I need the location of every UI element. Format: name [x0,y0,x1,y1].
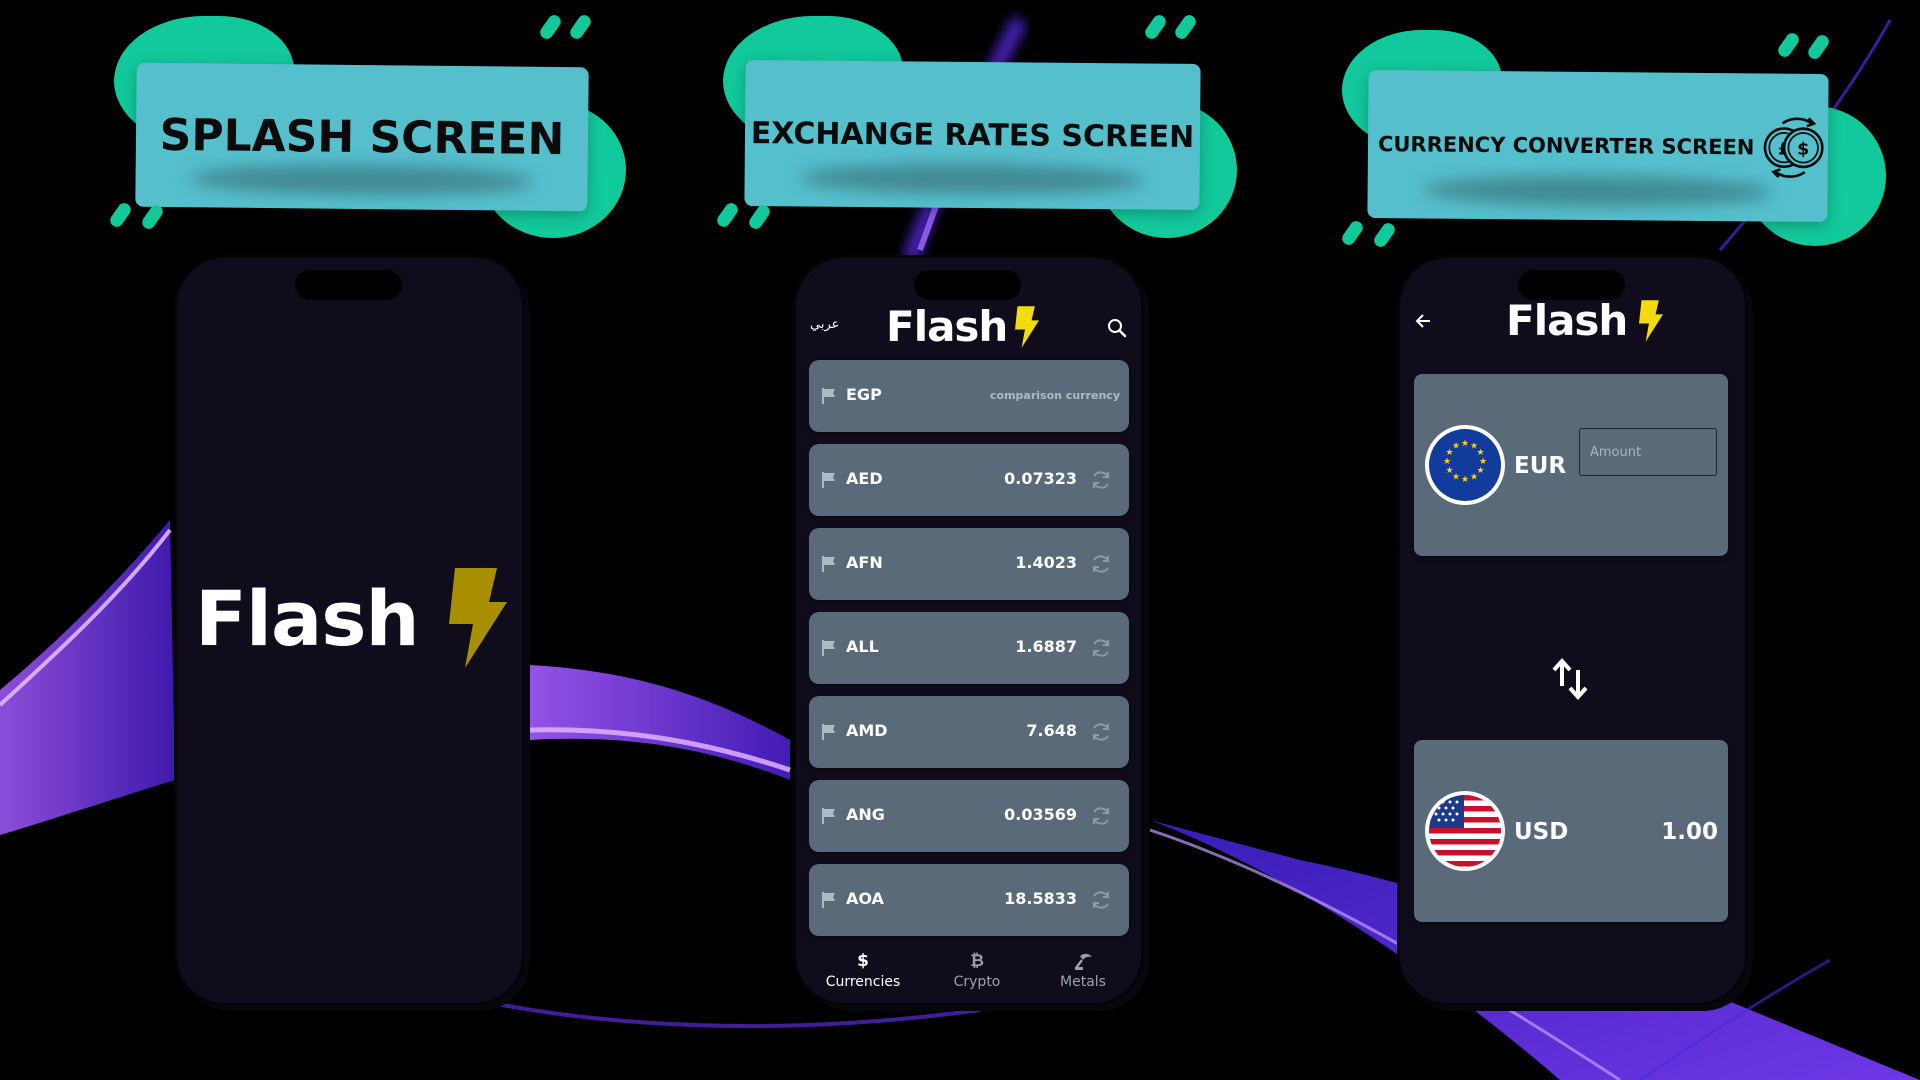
svg-text:$: $ [1797,140,1809,160]
tab-metals[interactable]: Metals [1028,950,1138,990]
tab-label: Metals [1060,974,1106,990]
app-name: Flash [886,302,1008,351]
banner-exchange: EXCHANGE RATES SCREEN [705,10,1265,240]
from-currency-code[interactable]: EUR [1514,453,1566,479]
app-logo: Flash [886,302,1040,351]
rate-row[interactable]: ANG 0.03569 [809,780,1129,852]
language-toggle[interactable]: عربي [810,317,839,332]
flag-icon [822,724,835,740]
decor-dash [1775,30,1802,60]
currency-code: ANG [846,805,885,824]
app-bar: عربي Flash [796,300,1141,351]
rate-value: 1.6887 [1015,637,1077,656]
decor-dash [139,202,166,232]
set-base-icon[interactable] [1090,889,1112,911]
rate-value: 18.5833 [1004,889,1077,908]
dollar-icon: $ [857,951,869,971]
banner-title-exchange: EXCHANGE RATES SCREEN [750,115,1195,155]
metals-icon [1075,953,1092,970]
currency-code: AOA [846,889,884,908]
decor-dash [1805,32,1832,62]
phone-notch [295,270,402,300]
currency-exchange-icon: £ $ [1764,117,1825,179]
tab-label: Crypto [953,974,1001,990]
rate-row[interactable]: AOA 18.5833 [809,864,1129,936]
svg-text:★: ★ [1461,439,1469,449]
to-currency-card: USD 1.00 [1414,740,1728,922]
decor-dash [714,200,741,230]
converted-value: 1.00 [1661,819,1718,845]
rate-row[interactable]: AFN 1.4023 [809,528,1129,600]
set-base-icon[interactable] [1090,721,1112,743]
us-flag-icon[interactable] [1424,790,1506,872]
tab-crypto[interactable]: ₿ Crypto [922,950,1032,990]
bolt-icon [1639,299,1664,342]
amount-input[interactable] [1579,428,1717,476]
bolt-icon [448,568,507,668]
decor-dash [107,200,134,230]
decor-dash [1172,12,1199,42]
app-name: Flash [1506,296,1628,345]
base-currency-row[interactable]: EGP comparison currency [809,360,1129,432]
rate-value: 0.03569 [1004,805,1077,824]
banner-title-converter: CURRENCY CONVERTER SCREEN [1377,132,1755,160]
bolt-icon [1015,305,1040,348]
flag-icon [822,556,835,572]
bitcoin-icon: ₿ [970,951,984,971]
set-base-icon[interactable] [1090,469,1112,491]
decor-dash [537,12,564,42]
app-bar: Flash [1400,294,1745,348]
set-base-icon[interactable] [1090,553,1112,575]
decor-dash [1339,218,1366,248]
flag-icon [822,808,835,824]
rate-value: 1.4023 [1015,553,1077,572]
currency-code: AMD [846,721,888,740]
from-currency-card: ★ ★ ★ ★ ★ ★ ★ ★ ★ ★ ★ ★ EUR [1414,374,1728,556]
tab-currencies[interactable]: $ Currencies [808,950,918,990]
banner-splash: SPLASH SCREEN [100,10,640,240]
currency-code: EGP [846,385,882,404]
phone-converter: Flash ★ ★ ★ ★ ★ ★ ★ ★ ★ ★ ★ ★ EUR Amount… [1400,258,1745,1003]
to-currency-code[interactable]: USD [1514,819,1568,845]
flag-icon [822,472,835,488]
phone-notch [914,270,1021,300]
eu-flag-icon[interactable]: ★ ★★ ★★★ ★★★ ★★★ [1424,424,1506,506]
decor-dash [1371,220,1398,250]
flag-icon [822,388,835,404]
svg-text:★: ★ [1452,442,1460,452]
currency-code: AFN [846,553,883,572]
svg-text:★: ★ [1470,473,1478,483]
rate-row[interactable]: AED 0.07323 [809,444,1129,516]
currency-code: ALL [846,637,879,656]
splash-logo: Flash [195,568,507,668]
phone-splash: Flash [177,258,522,1003]
svg-text:★: ★ [1461,475,1469,485]
search-icon[interactable] [1107,318,1127,338]
banner-converter: CURRENCY CONVERTER SCREEN £ $ [1330,10,1890,250]
rate-value: 7.648 [1026,721,1077,740]
svg-text:★: ★ [1445,466,1453,476]
app-logo: Flash [1506,296,1664,345]
decor-dash [567,12,594,42]
rate-row[interactable]: AMD 7.648 [809,696,1129,768]
back-arrow-icon[interactable] [1414,312,1432,330]
decor-dash [746,202,773,232]
svg-text:★: ★ [1443,457,1451,467]
decor-dash [1142,12,1169,42]
flag-icon [822,892,835,908]
app-name: Flash [195,573,420,663]
bottom-tab-bar: $ Currencies ₿ Crypto Metals [796,950,1141,1000]
set-base-icon[interactable] [1090,637,1112,659]
rate-row[interactable]: ALL 1.6887 [809,612,1129,684]
set-base-icon[interactable] [1090,805,1112,827]
currency-code: AED [846,469,883,488]
flag-icon [822,640,835,656]
swap-arrows-icon[interactable] [1550,656,1590,702]
tab-label: Currencies [825,974,901,990]
rate-value: 0.07323 [1004,469,1077,488]
comparison-note: comparison currency [990,389,1120,402]
phone-exchange: عربي Flash EGP comparison currency AED 0… [796,258,1141,1003]
banner-title-splash: SPLASH SCREEN [159,109,565,165]
